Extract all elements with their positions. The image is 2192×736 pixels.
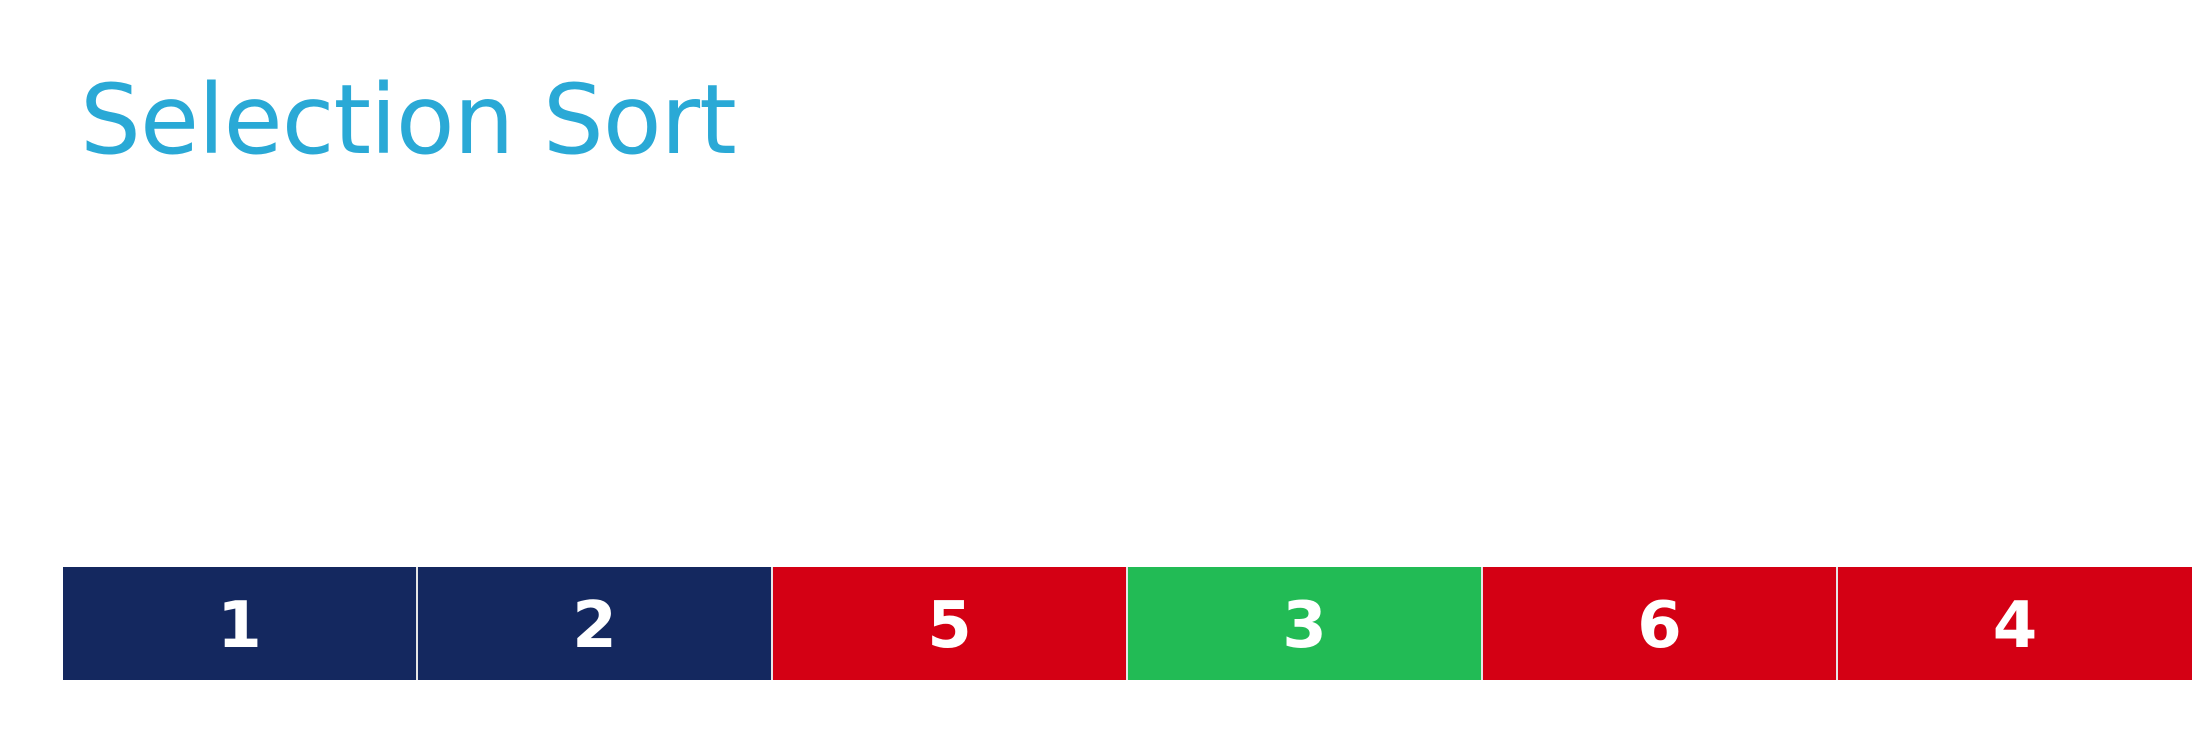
- array-row: 1 2 5 3 6 4: [63, 567, 2192, 680]
- array-cell-5: 6: [1483, 567, 1836, 680]
- array-cell-3: 5: [773, 567, 1126, 680]
- array-cell-value: 2: [572, 588, 617, 663]
- array-cell-6: 4: [1838, 567, 2192, 680]
- array-cell-value: 5: [927, 588, 972, 663]
- array-cell-4: 3: [1128, 567, 1481, 680]
- slide-title: Selection Sort: [80, 64, 737, 176]
- array-cell-value: 4: [1992, 588, 2038, 663]
- array-cell-value: 6: [1637, 588, 1682, 663]
- array-cell-1: 1: [63, 567, 416, 680]
- array-cell-value: 3: [1282, 588, 1327, 663]
- array-cell-value: 1: [217, 588, 262, 663]
- array-cell-2: 2: [418, 567, 771, 680]
